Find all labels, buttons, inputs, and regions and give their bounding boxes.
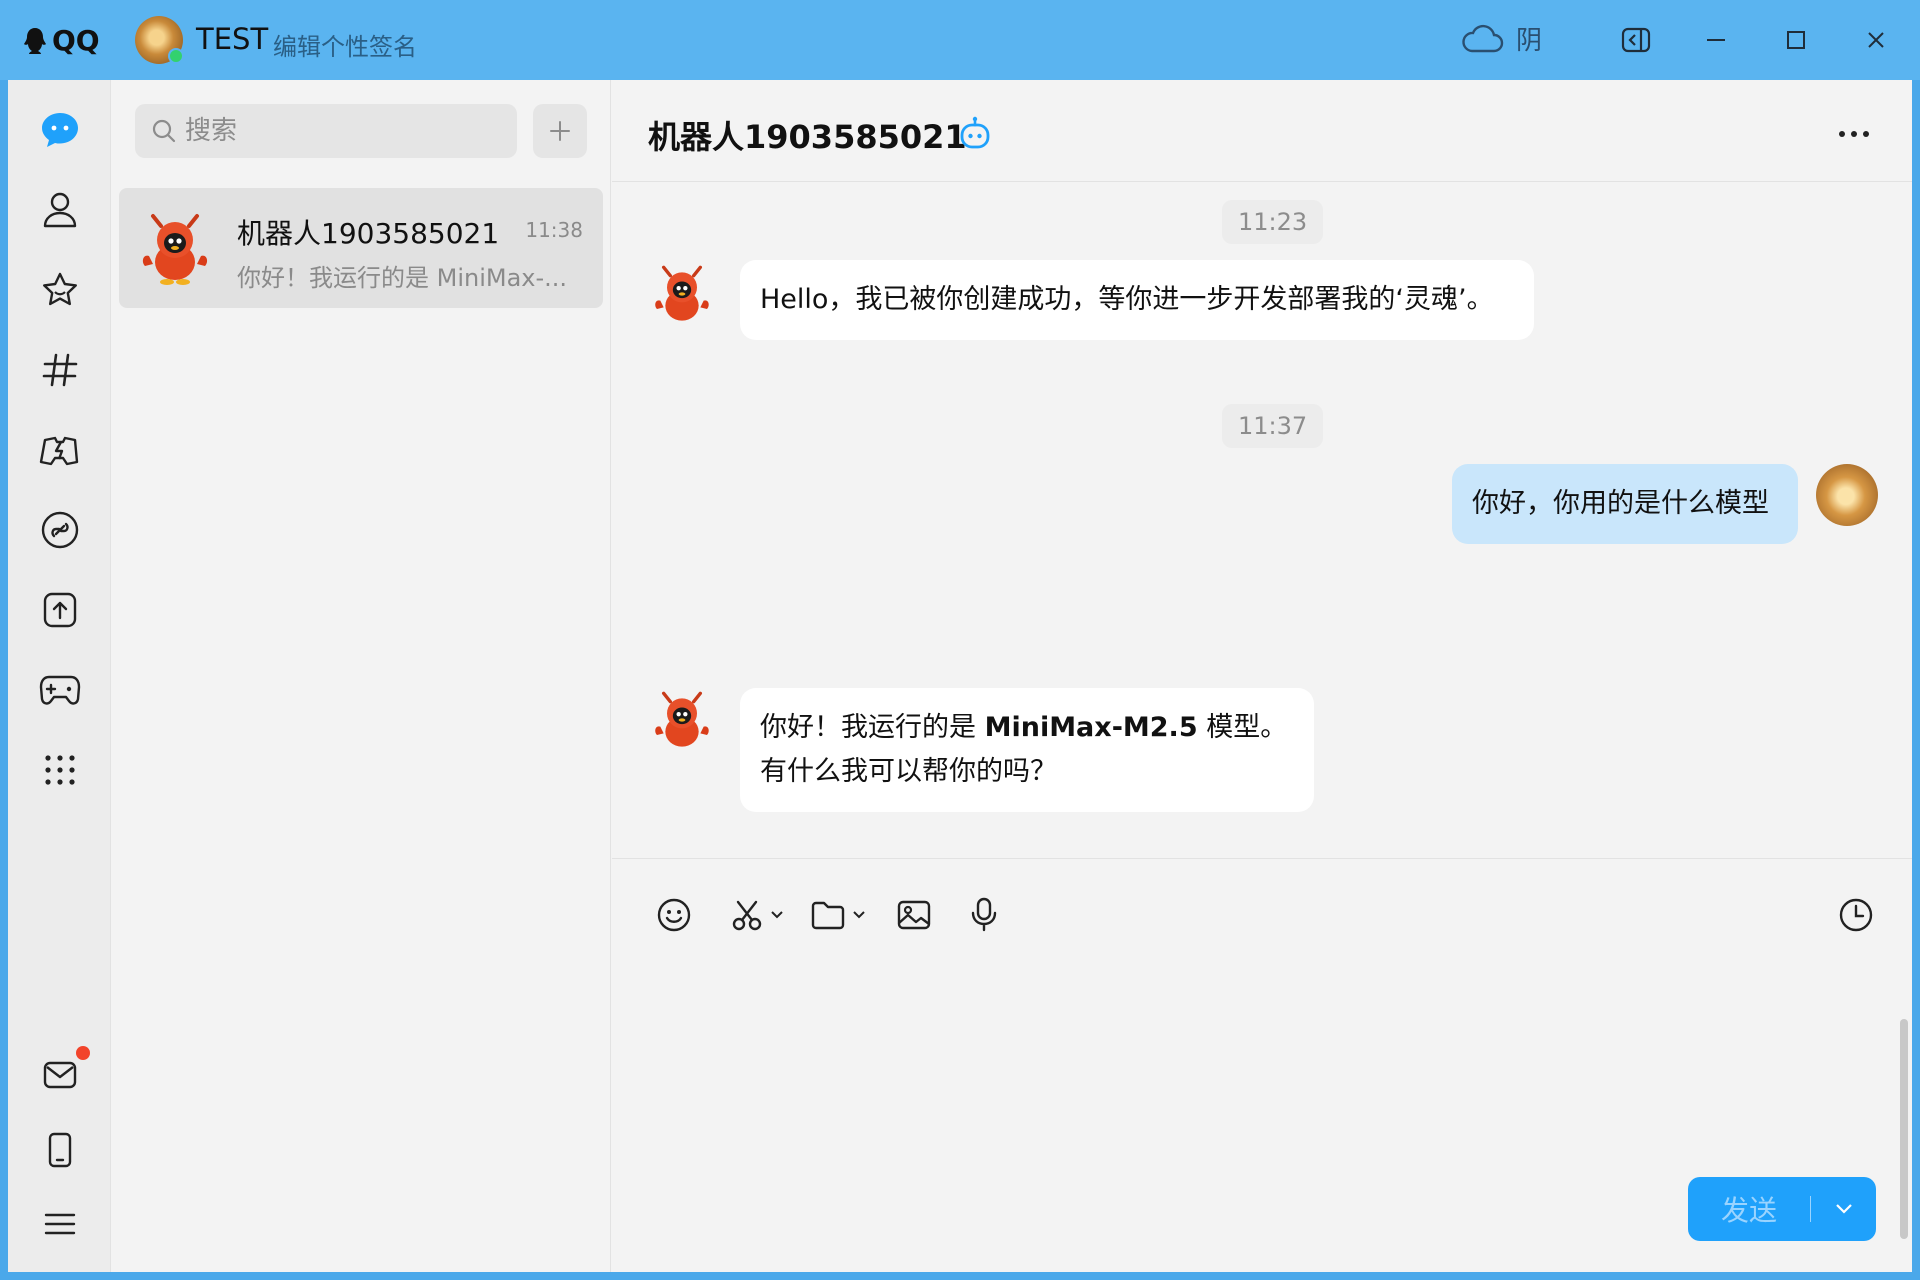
file-button[interactable]: [810, 893, 866, 937]
search-box[interactable]: [135, 104, 517, 158]
bot-avatar[interactable]: [652, 688, 712, 752]
gamepad-icon: [39, 675, 81, 705]
hashtag-icon: [42, 353, 78, 387]
message-text: 你好！我运行的是: [760, 712, 985, 743]
more-dots-icon: [1839, 131, 1869, 137]
minimize-icon: [1707, 39, 1725, 41]
sidebar-toggle-button[interactable]: [1616, 20, 1656, 60]
nav-more-apps[interactable]: [38, 748, 82, 792]
plus-icon: [550, 121, 570, 141]
qq-logo: QQ: [22, 24, 100, 57]
grid-dots-icon: [45, 755, 75, 785]
close-icon: [1868, 32, 1884, 48]
bolt-card-icon: [39, 436, 79, 466]
nav-games-center[interactable]: [38, 428, 82, 472]
chat-title[interactable]: 机器人1903585021: [648, 112, 967, 158]
bot-avatar: [142, 214, 208, 285]
composer: 发送: [612, 858, 1912, 1272]
nav-phone[interactable]: [38, 1128, 82, 1172]
clock-icon: [1839, 898, 1873, 932]
send-button[interactable]: 发送: [1688, 1177, 1810, 1241]
message-line: 你好！我运行的是 MiniMax-M2.5 模型。: [760, 706, 1294, 750]
mail-icon: [43, 1061, 77, 1089]
main-window: 机器人1903585021 11:38 你好！我运行的是 MiniMax-...…: [8, 80, 1912, 1272]
cloud-icon: [1462, 24, 1504, 52]
user-name: TEST: [196, 22, 269, 56]
image-icon: [897, 900, 931, 930]
conversation-time: 11:38: [525, 218, 583, 242]
more-options-button[interactable]: [1834, 114, 1874, 154]
voice-button[interactable]: [970, 893, 998, 937]
nav-contacts[interactable]: [38, 188, 82, 232]
title-bar: QQ TEST 编辑个性签名 阴: [0, 0, 1920, 80]
message-bubble-bot[interactable]: 你好！我运行的是 MiniMax-M2.5 模型。 有什么我可以帮你的吗？: [740, 688, 1314, 812]
weather-text: 阴: [1516, 26, 1543, 56]
nav-upload[interactable]: [38, 588, 82, 632]
signature-edit[interactable]: 编辑个性签名: [273, 27, 417, 62]
minimize-button[interactable]: [1696, 20, 1736, 60]
menu-icon: [44, 1213, 76, 1235]
add-button[interactable]: [533, 104, 587, 158]
link-circle-icon: [41, 511, 79, 549]
nav-mail[interactable]: [38, 1053, 82, 1097]
chat-bubble-icon: [42, 113, 78, 147]
send-button-group: 发送: [1688, 1177, 1876, 1241]
time-divider: 11:23: [1222, 200, 1324, 244]
nav-miniapp[interactable]: [38, 508, 82, 552]
conversation-list-panel: 机器人1903585021 11:38 你好！我运行的是 MiniMax-...: [111, 80, 611, 1272]
my-avatar[interactable]: [1816, 464, 1878, 526]
image-button[interactable]: [896, 893, 932, 937]
maximize-icon: [1787, 31, 1805, 49]
nav-favorites[interactable]: [38, 268, 82, 312]
nav-messages[interactable]: [38, 108, 82, 152]
conversation-preview: 你好！我运行的是 MiniMax-...: [237, 264, 568, 292]
message-line: 有什么我可以帮你的吗？: [760, 756, 1057, 787]
smiley-icon: [657, 898, 691, 932]
nav-channels[interactable]: [38, 348, 82, 392]
chevron-down-icon: [853, 911, 865, 919]
bot-avatar[interactable]: [652, 262, 712, 326]
message-bubble-bot[interactable]: Hello，我已被你创建成功，等你进一步开发部署我的‘灵魂’。: [740, 260, 1534, 340]
composer-scrollbar[interactable]: [1900, 1019, 1908, 1239]
weather-widget[interactable]: 阴: [1460, 20, 1542, 57]
close-button[interactable]: [1856, 20, 1896, 60]
conversation-item[interactable]: 机器人1903585021 11:38 你好！我运行的是 MiniMax-...: [119, 188, 603, 308]
upload-box-icon: [43, 592, 77, 628]
mail-badge: [76, 1046, 90, 1060]
online-status-dot: [168, 48, 184, 64]
maximize-button[interactable]: [1776, 20, 1816, 60]
search-icon: [152, 119, 176, 143]
folder-icon: [811, 901, 845, 930]
message-text: 模型。: [1197, 712, 1288, 743]
search-input[interactable]: [185, 116, 485, 146]
penguin-icon: [24, 27, 46, 54]
nav-menu[interactable]: [38, 1202, 82, 1246]
phone-icon: [48, 1132, 72, 1168]
message-list: 11:23 Hello，我已被你创建成功，等你进一步开发部署我的‘灵魂’。 11…: [612, 182, 1912, 858]
model-name-text: MiniMax-M2.5: [984, 712, 1198, 743]
history-button[interactable]: [1838, 893, 1874, 937]
star-icon: [43, 272, 77, 306]
scissors-icon: [732, 900, 762, 931]
person-icon: [43, 192, 77, 228]
robot-icon: [960, 116, 990, 149]
message-bubble-me[interactable]: 你好，你用的是什么模型: [1452, 464, 1798, 544]
nav-games[interactable]: [38, 668, 82, 712]
chat-panel: 机器人1903585021 11:23 Hello，我已被你创建成功，等你进一步…: [612, 80, 1912, 1272]
microphone-icon: [971, 897, 997, 932]
send-options-button[interactable]: [1811, 1177, 1876, 1241]
emoji-button[interactable]: [656, 893, 692, 937]
chat-header: 机器人1903585021: [612, 80, 1912, 182]
time-divider: 11:37: [1222, 404, 1324, 448]
left-nav: [8, 80, 111, 1272]
panel-toggle-icon: [1621, 27, 1651, 53]
chevron-down-icon: [771, 911, 783, 919]
screenshot-button[interactable]: [730, 893, 784, 937]
conversation-name: 机器人1903585021: [237, 217, 500, 250]
app-name: QQ: [52, 24, 100, 57]
chevron-down-icon: [1835, 1204, 1852, 1214]
